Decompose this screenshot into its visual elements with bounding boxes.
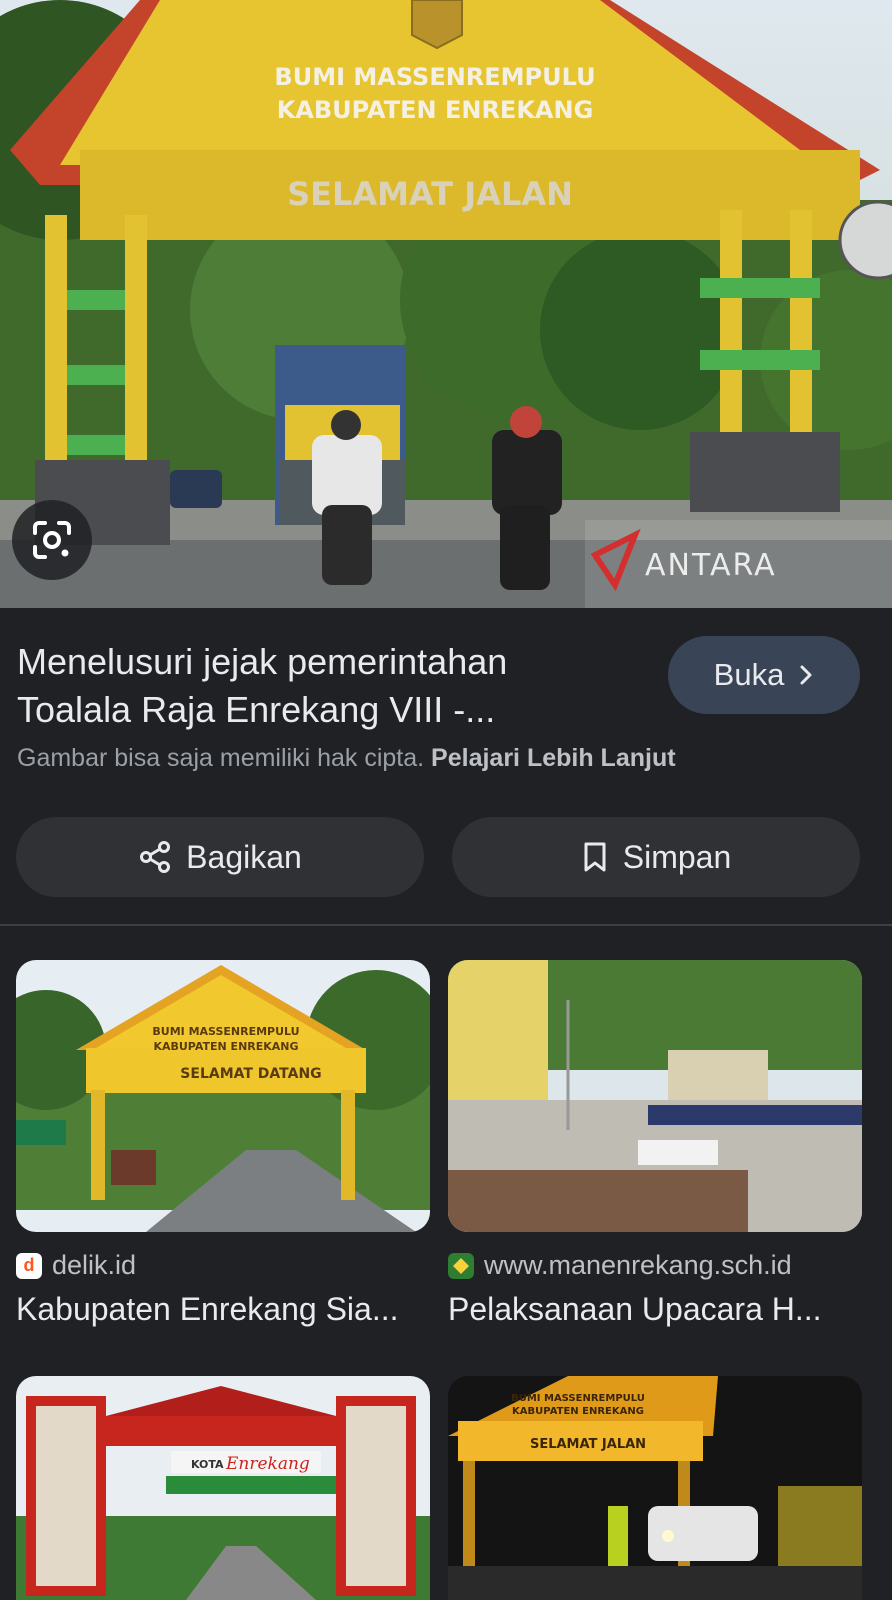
hero-sign-line3: SELAMAT JALAN xyxy=(287,175,573,213)
save-button[interactable]: Simpan xyxy=(452,817,860,897)
related-card[interactable]: www.manenrekang.sch.id Pelaksanaan Upaca… xyxy=(448,960,862,1328)
bookmark-icon xyxy=(584,842,606,872)
related-thumbnail[interactable]: KOTA Enrekang xyxy=(16,1376,430,1600)
night-gate-photo: BUMI MASSENREMPULU KABUPATEN ENREKANG SE… xyxy=(448,1376,862,1600)
card4-sign-line1: BUMI MASSENREMPULU xyxy=(511,1393,645,1404)
card1-sign-line2: KABUPATEN ENREKANG xyxy=(153,1040,298,1053)
share-button[interactable]: Bagikan xyxy=(16,817,424,897)
gate-photo: BUMI MASSENREMPULU KABUPATEN ENREKANG SE… xyxy=(0,0,892,608)
related-card[interactable]: BUMI MASSENREMPULU KABUPATEN ENREKANG SE… xyxy=(448,1376,862,1600)
divider xyxy=(0,924,892,926)
card3-sign-line2: Enrekang xyxy=(225,1454,310,1474)
ceremony-photo xyxy=(448,960,862,1232)
card3-sign-line1: KOTA xyxy=(191,1458,224,1471)
card4-sign-line3: SELAMAT JALAN xyxy=(530,1437,646,1452)
result-title-line1: Menelusuri jejak pemerintahan xyxy=(17,641,508,682)
card1-sign-line3: SELAMAT DATANG xyxy=(180,1066,321,1082)
related-thumbnail[interactable] xyxy=(448,960,862,1232)
copyright-text: Gambar bisa saja memiliki hak cipta. xyxy=(17,744,425,772)
gate-photo: BUMI MASSENREMPULU KABUPATEN ENREKANG SE… xyxy=(16,960,430,1232)
related-card[interactable]: BUMI MASSENREMPULU KABUPATEN ENREKANG SE… xyxy=(16,960,430,1328)
hero-sign-line2: KABUPATEN ENREKANG xyxy=(277,96,594,124)
chevron-right-icon xyxy=(800,665,812,685)
open-button[interactable]: Buka xyxy=(668,636,860,714)
related-card[interactable]: KOTA Enrekang xyxy=(16,1376,430,1600)
watermark-text: ANTARA xyxy=(645,548,777,583)
share-button-label: Bagikan xyxy=(186,838,302,875)
lens-icon xyxy=(33,521,71,559)
related-title: Kabupaten Enrekang Sia... xyxy=(16,1291,399,1327)
related-thumbnail[interactable]: BUMI MASSENREMPULU KABUPATEN ENREKANG SE… xyxy=(16,960,430,1232)
city-gate-photo: KOTA Enrekang xyxy=(16,1376,430,1600)
result-title[interactable]: Menelusuri jejak pemerintahan Toalala Ra… xyxy=(17,638,637,734)
related-thumbnail[interactable]: BUMI MASSENREMPULU KABUPATEN ENREKANG SE… xyxy=(448,1376,862,1600)
learn-more-link[interactable]: Pelajari Lebih Lanjut xyxy=(431,744,676,772)
related-title: Pelaksanaan Upacara H... xyxy=(448,1291,822,1327)
card4-sign-line2: KABUPATEN ENREKANG xyxy=(512,1406,644,1417)
main-image[interactable]: BUMI MASSENREMPULU KABUPATEN ENREKANG SE… xyxy=(0,0,892,608)
open-button-label: Buka xyxy=(713,657,785,692)
related-source: www.manenrekang.sch.id xyxy=(484,1250,792,1280)
delik-favicon-letter: d xyxy=(23,1255,35,1275)
card1-sign-line1: BUMI MASSENREMPULU xyxy=(152,1025,299,1038)
hero-sign-line1: BUMI MASSENREMPULU xyxy=(274,63,595,91)
share-icon xyxy=(140,841,171,873)
copyright-notice: Gambar bisa saja memiliki hak cipta. Pel… xyxy=(17,744,676,773)
school-favicon xyxy=(448,1252,474,1279)
result-title-line2: Toalala Raja Enrekang VIII -... xyxy=(17,689,496,730)
lens-button[interactable] xyxy=(12,500,92,580)
save-button-label: Simpan xyxy=(622,838,732,875)
related-source: delik.id xyxy=(52,1250,137,1280)
delik-favicon: d xyxy=(16,1252,42,1279)
